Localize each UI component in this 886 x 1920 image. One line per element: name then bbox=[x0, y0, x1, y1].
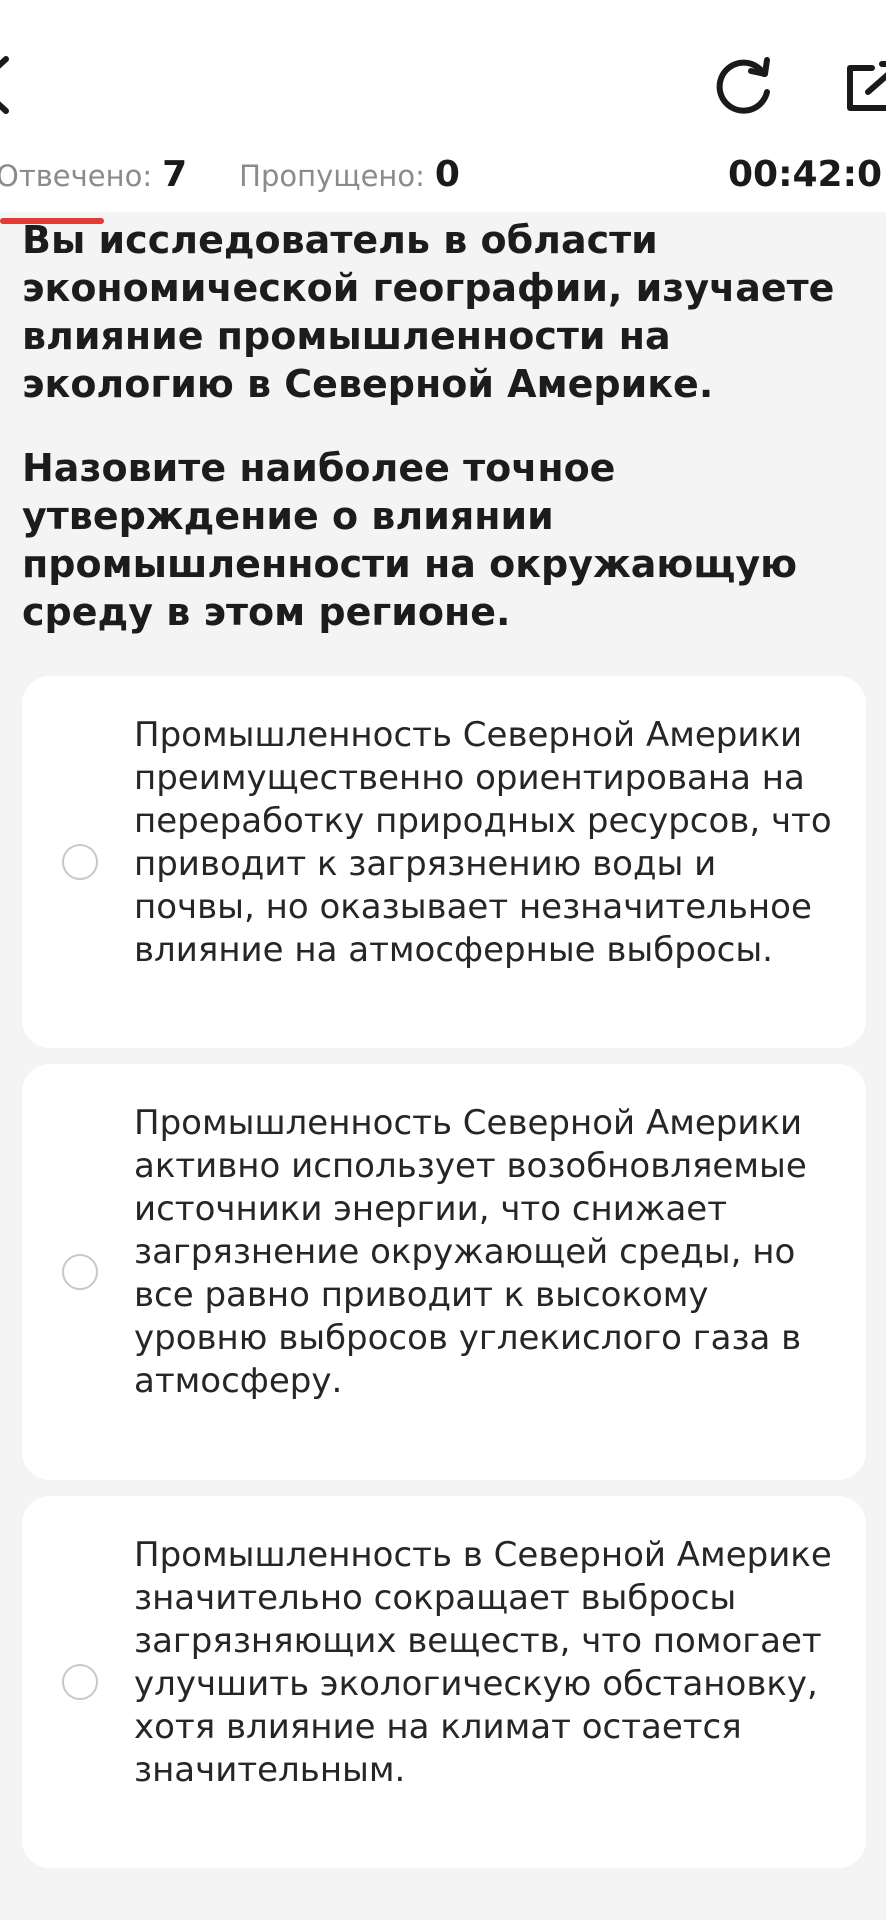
question-text: Вы исследователь в области экономической… bbox=[22, 216, 862, 636]
question-task: Назовите наиболее точное утверждение о в… bbox=[22, 446, 798, 634]
question-context: Вы исследователь в области экономической… bbox=[22, 218, 835, 406]
radio-button[interactable] bbox=[62, 1664, 98, 1700]
option-label: Промышленность в Северной Америке значит… bbox=[134, 1535, 832, 1790]
answer-option-2[interactable]: Промышленность Северной Америки активно … bbox=[22, 1064, 866, 1480]
external-link-icon[interactable] bbox=[846, 60, 886, 112]
answered-label: Отвечено: bbox=[0, 159, 153, 193]
option-label: Промышленность Северной Америки преимуще… bbox=[134, 715, 832, 970]
top-bar: Отвечено: 7 Пропущено: 0 00:42:01 bbox=[0, 0, 886, 212]
refresh-icon[interactable] bbox=[712, 52, 776, 116]
answer-option-3[interactable]: Промышленность в Северной Америке значит… bbox=[22, 1496, 866, 1868]
chevron-left-icon[interactable] bbox=[0, 55, 14, 115]
skipped-count: 0 bbox=[434, 154, 460, 195]
skipped-label: Пропущено: bbox=[239, 159, 425, 193]
answer-stats: Отвечено: 7 Пропущено: 0 bbox=[0, 154, 460, 195]
radio-button[interactable] bbox=[62, 844, 98, 880]
radio-button[interactable] bbox=[62, 1254, 98, 1290]
answer-option-1[interactable]: Промышленность Северной Америки преимуще… bbox=[22, 676, 866, 1048]
timer: 00:42:01 bbox=[728, 154, 886, 195]
option-label: Промышленность Северной Америки активно … bbox=[134, 1103, 807, 1401]
answered-count: 7 bbox=[162, 154, 188, 195]
